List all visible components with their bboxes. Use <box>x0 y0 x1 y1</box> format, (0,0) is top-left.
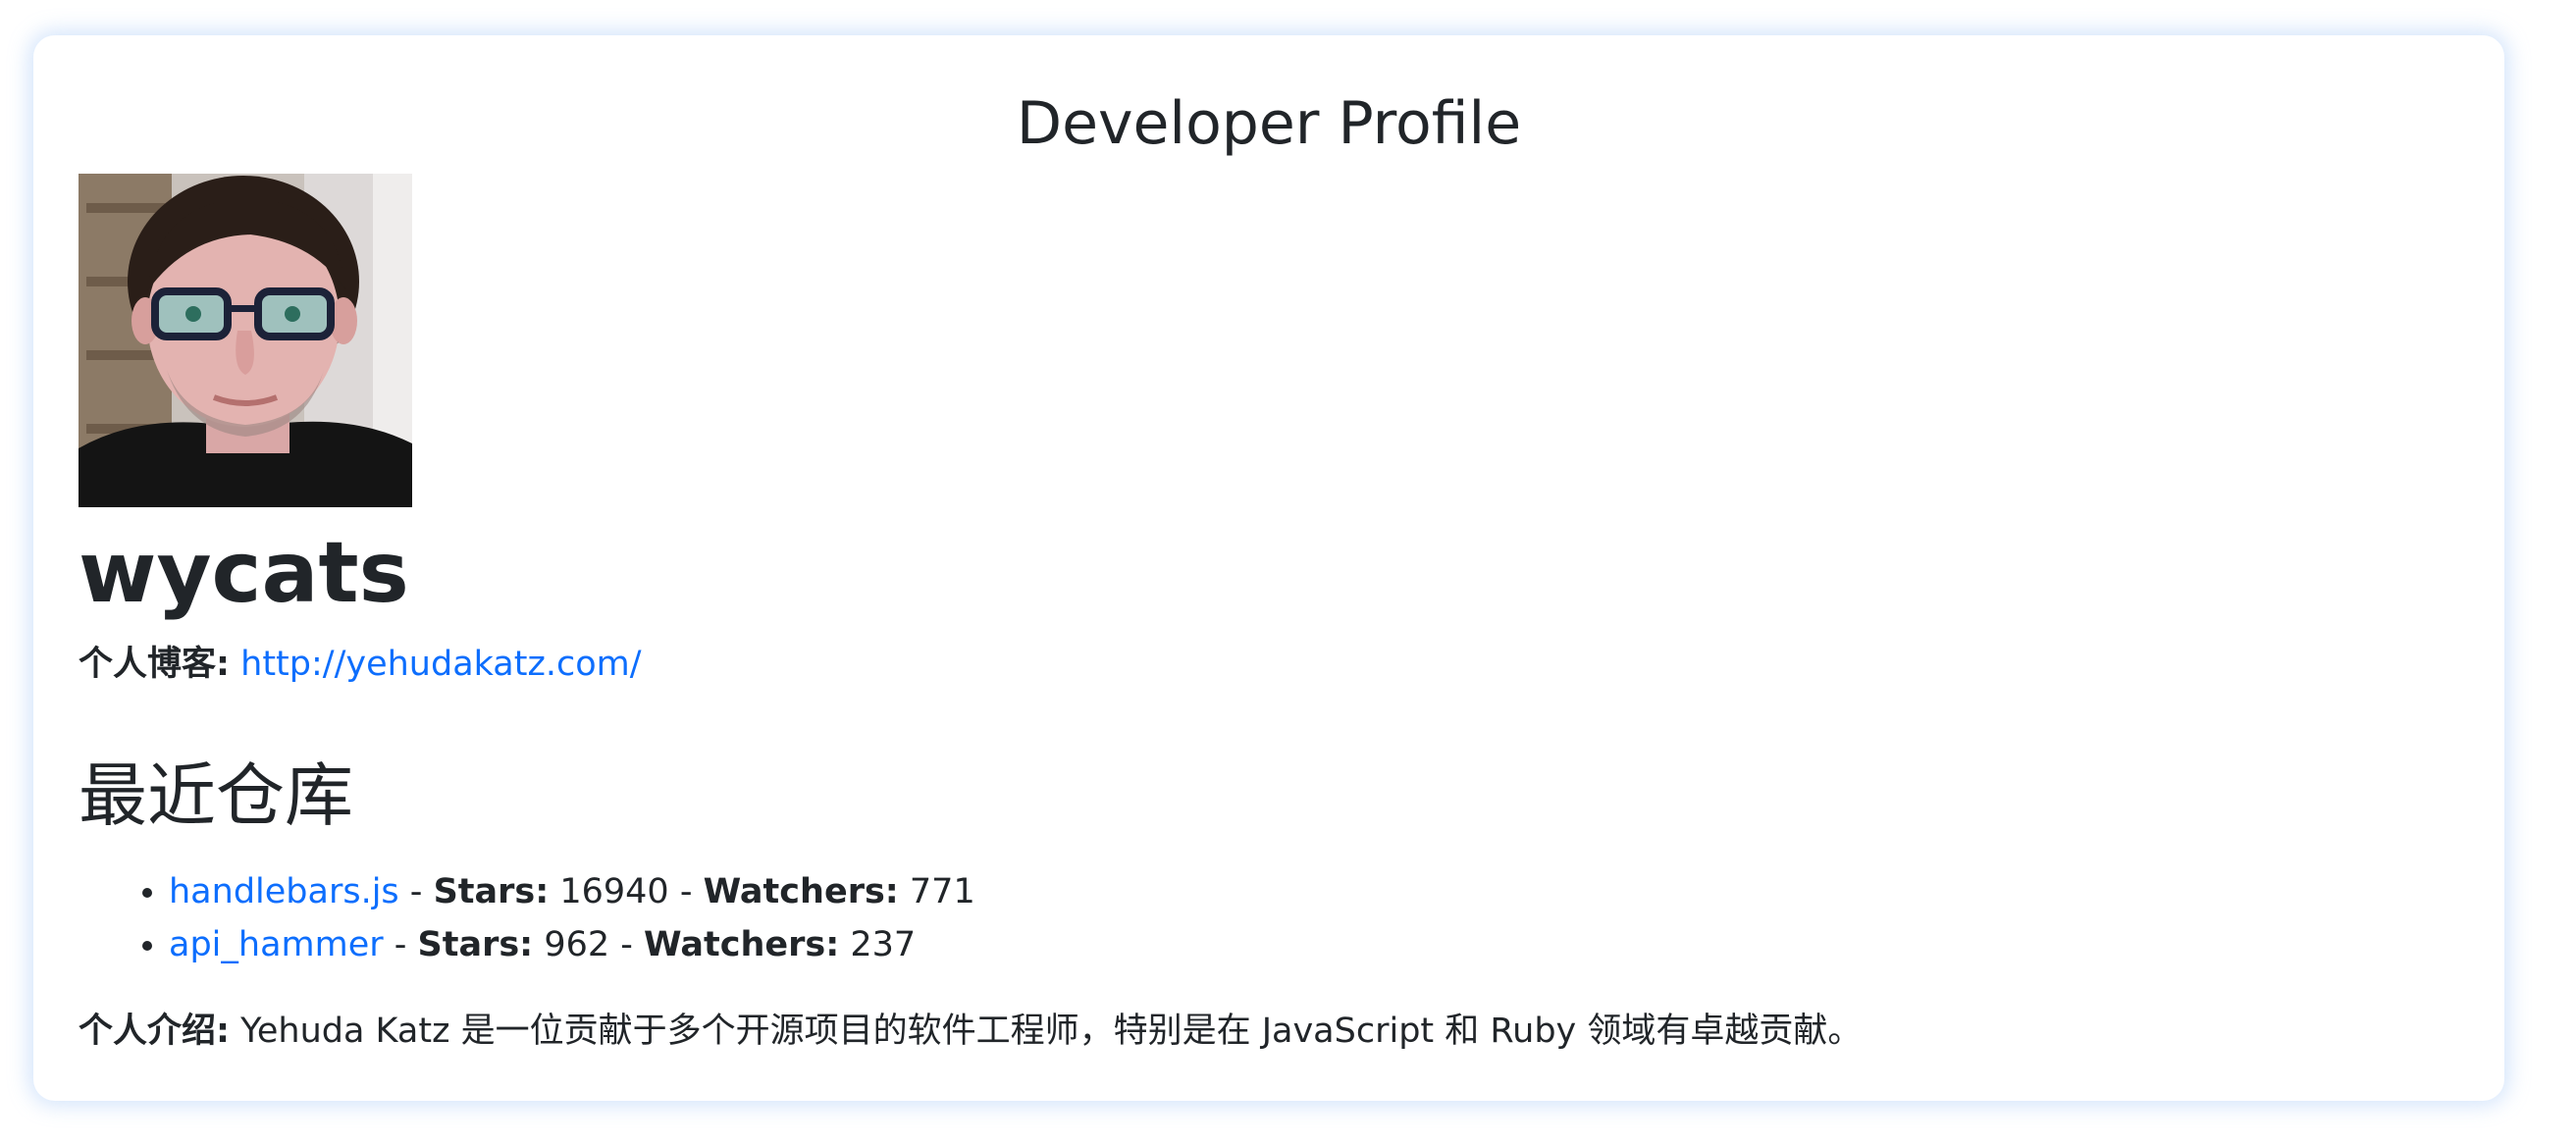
repo-list: handlebars.js - Stars: 16940 - Watchers:… <box>79 865 975 971</box>
separator: - <box>383 925 418 964</box>
recent-repos-heading: 最近仓库 <box>79 755 353 836</box>
separator: - <box>668 872 704 911</box>
profile-card: Developer Profile wycats 个人博客: http://ye… <box>33 35 2504 1101</box>
blog-link[interactable]: http://yehudakatz.com/ <box>240 645 641 684</box>
watchers-count: 771 <box>898 872 975 911</box>
stars-label: Stars: <box>417 925 534 964</box>
list-item: api_hammer - Stars: 962 - Watchers: 237 <box>169 918 975 971</box>
avatar <box>79 174 412 507</box>
bio-line: 个人介绍: Yehuda Katz 是一位贡献于多个开源项目的软件工程师，特别是… <box>79 1008 1862 1056</box>
bio-label: 个人介绍: <box>79 1012 230 1051</box>
stars-label: Stars: <box>433 872 550 911</box>
blog-label: 个人博客: <box>79 645 230 684</box>
separator: - <box>398 872 434 911</box>
repo-link-api-hammer[interactable]: api_hammer <box>169 925 384 964</box>
stars-count: 962 <box>533 925 610 964</box>
repo-link-handlebars[interactable]: handlebars.js <box>169 872 399 911</box>
bio-text: Yehuda Katz 是一位贡献于多个开源项目的软件工程师，特别是在 Java… <box>240 1012 1863 1051</box>
watchers-label: Watchers: <box>703 872 899 911</box>
list-item: handlebars.js - Stars: 16940 - Watchers:… <box>169 865 975 918</box>
separator: - <box>609 925 645 964</box>
watchers-count: 237 <box>839 925 917 964</box>
username: wycats <box>79 524 409 622</box>
watchers-label: Watchers: <box>644 925 840 964</box>
stars-count: 16940 <box>549 872 669 911</box>
page-title: Developer Profile <box>1016 89 1522 158</box>
blog-line: 个人博客: http://yehudakatz.com/ <box>79 641 642 689</box>
